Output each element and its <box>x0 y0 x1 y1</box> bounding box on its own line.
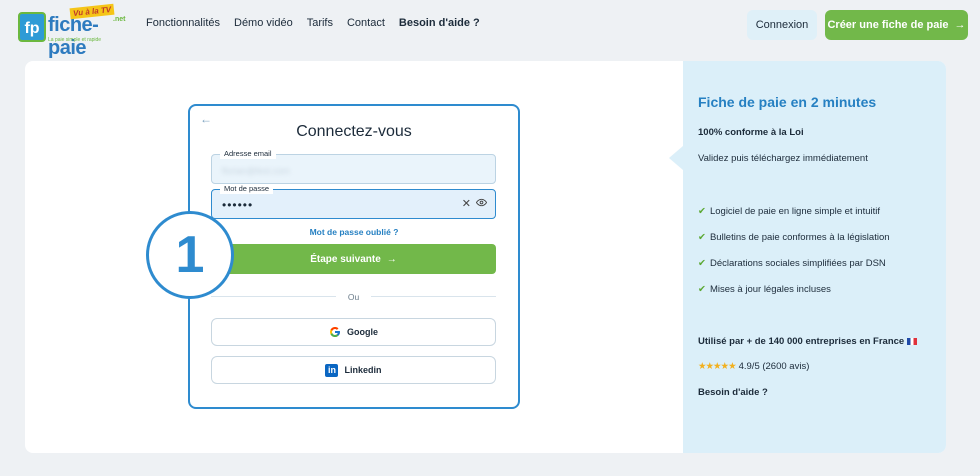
validate-text: Validez puis téléchargez immédiatement <box>698 153 868 164</box>
feature-item: ✔ Logiciel de paie en ligne simple et int… <box>698 206 880 217</box>
nav-pricing[interactable]: Tarifs <box>307 17 333 29</box>
arrow-right-icon: → <box>954 19 966 31</box>
check-icon: ✔ <box>698 258 706 269</box>
step-number-badge: 1 <box>146 211 234 299</box>
rating: ★★★★★ 4.9/5 (2600 avis) <box>698 361 809 372</box>
password-value: •••••• <box>222 198 254 212</box>
google-login-button[interactable]: Google <box>211 318 496 346</box>
arrow-right-icon: → <box>386 253 397 265</box>
password-label: Mot de passe <box>220 184 274 194</box>
login-button[interactable]: Connexion <box>747 10 817 40</box>
forgot-password-link[interactable]: Mot de passe oublié ? <box>190 227 518 237</box>
side-title: Fiche de paie en 2 minutes <box>698 94 877 110</box>
logo-suffix: .net <box>113 16 126 23</box>
nav-features[interactable]: Fonctionnalités <box>146 17 220 29</box>
nav-help[interactable]: Besoin d'aide ? <box>399 17 480 29</box>
feature-label: Logiciel de paie en ligne simple et intu… <box>709 206 881 217</box>
divider-label: Ou <box>347 291 360 302</box>
feature-item: ✔ Déclarations sociales simplifiées par D… <box>698 258 886 269</box>
check-icon: ✔ <box>698 206 706 217</box>
feature-label: Bulletins de paie conformes à la législa… <box>709 232 890 243</box>
main-nav: Fonctionnalités Démo vidéo Tarifs Contac… <box>146 17 480 29</box>
logo-mark: fp <box>18 12 46 42</box>
create-payslip-button[interactable]: Créer une fiche de paie → <box>825 10 968 40</box>
feature-label: Déclarations sociales simplifiées par DS… <box>709 258 886 269</box>
clear-icon[interactable]: ✕ <box>462 197 471 211</box>
or-divider: Ou <box>211 292 496 302</box>
side-help-link[interactable]: Besoin d'aide ? <box>698 387 768 398</box>
linkedin-icon: in <box>325 363 339 377</box>
email-label: Adresse email <box>220 149 276 159</box>
used-by-label: Utilisé par + de 140 000 entreprises en … <box>698 336 905 347</box>
logo[interactable]: fp fiche-paie Vu à la TV .net La paie si… <box>18 3 126 59</box>
logo-tagline: La paie simple et rapide <box>48 37 102 43</box>
eye-icon[interactable] <box>475 197 488 211</box>
nav-contact[interactable]: Contact <box>347 17 385 29</box>
top-bar: fp fiche-paie Vu à la TV .net La paie si… <box>0 0 980 59</box>
google-icon <box>329 326 341 338</box>
linkedin-label: Linkedin <box>344 365 382 375</box>
password-field[interactable]: Mot de passe •••••• ✕ <box>211 184 496 219</box>
google-label: Google <box>347 327 378 337</box>
side-panel-pointer <box>669 146 683 170</box>
feature-label: Mises à jour légales incluses <box>709 284 831 295</box>
used-by-text: Utilisé par + de 140 000 entreprises en … <box>698 336 918 347</box>
feature-item: ✔ Mises à jour légales incluses <box>698 284 831 295</box>
login-title: Connectez-vous <box>296 123 412 140</box>
nav-demo-video[interactable]: Démo vidéo <box>234 17 293 29</box>
info-side-panel: Fiche de paie en 2 minutes 100% conforme… <box>683 61 946 453</box>
star-rating-icon: ★★★★★ <box>698 361 737 372</box>
linkedin-login-button[interactable]: in Linkedin <box>211 356 496 384</box>
email-value: florian@fest.com <box>222 166 290 176</box>
rating-value: 4.9/5 (2600 avis) <box>738 361 810 372</box>
email-field[interactable]: Adresse email florian@fest.com <box>211 149 496 184</box>
compliance-text: 100% conforme à la Loi <box>698 127 804 138</box>
create-payslip-label: Créer une fiche de paie <box>827 19 949 31</box>
french-flag-icon <box>907 337 918 345</box>
next-step-label: Étape suivante <box>310 253 381 265</box>
feature-item: ✔ Bulletins de paie conformes à la législ… <box>698 232 890 243</box>
next-step-button[interactable]: Étape suivante → <box>211 244 496 274</box>
check-icon: ✔ <box>698 284 706 295</box>
login-card: ← Connectez-vous Adresse email florian@f… <box>188 104 520 409</box>
check-icon: ✔ <box>698 232 706 243</box>
